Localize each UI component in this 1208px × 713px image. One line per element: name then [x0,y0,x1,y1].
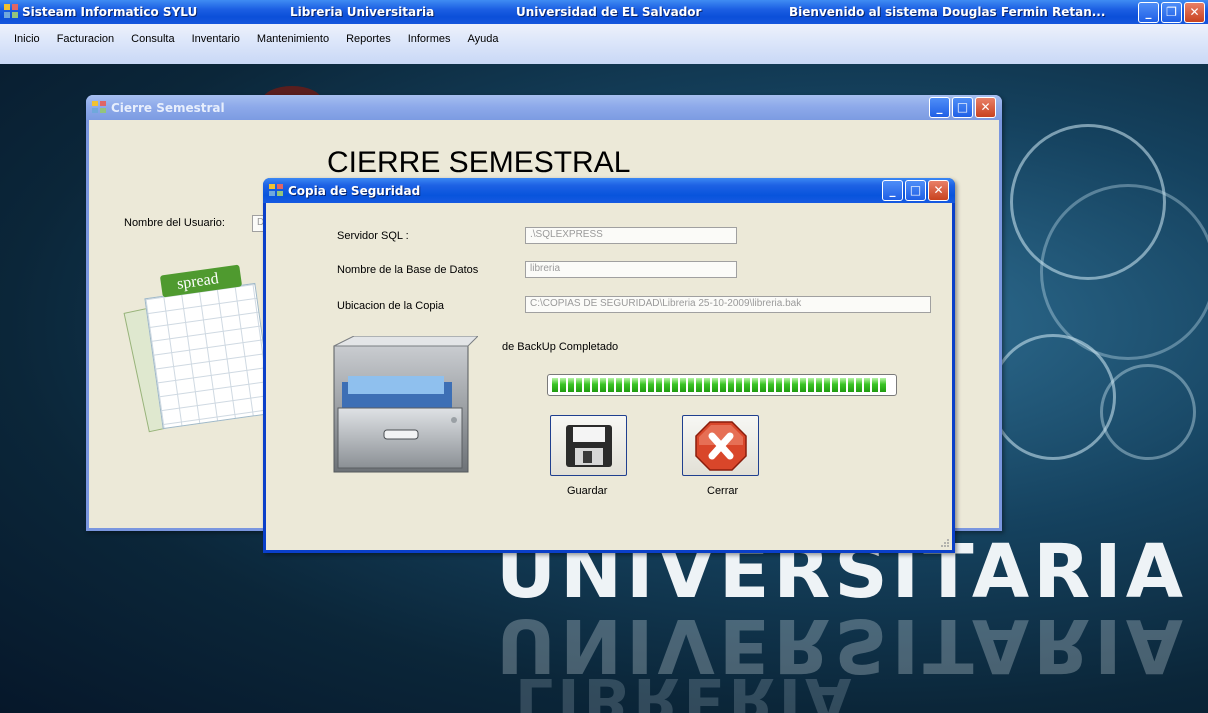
user-name-label: Nombre del Usuario: [124,217,225,229]
swirl-ornament [990,334,1116,460]
progress-segment [768,378,774,392]
minimize-button[interactable]: _ [929,97,950,118]
menu-ayuda[interactable]: Ayuda [468,33,499,45]
swirl-ornament [1040,184,1208,360]
filing-cabinet-icon [333,336,478,473]
floppy-disk-icon [566,425,612,467]
progress-segment [656,378,662,392]
progress-segment [704,378,710,392]
menu-reportes[interactable]: Reportes [346,33,391,45]
cierre-heading: CIERRE SEMESTRAL [327,146,631,179]
minimize-button[interactable]: _ [1138,2,1159,23]
progress-segment [672,378,678,392]
server-label: Servidor SQL : [337,230,409,242]
close-x-icon [695,421,747,471]
progress-segment [688,378,694,392]
copia-title-bar[interactable]: Copia de Seguridad _ □ ✕ [263,178,955,203]
backup-progress-bar [547,374,897,396]
progress-segment [824,378,830,392]
libreria-reflection: LIBRERIA [515,664,856,713]
window-icon [92,101,106,113]
maximize-button[interactable]: □ [952,97,973,118]
progress-segment [728,378,734,392]
menu-inicio[interactable]: Inicio [14,33,40,45]
progress-segment [760,378,766,392]
progress-segment [664,378,670,392]
progress-segment [696,378,702,392]
spreadsheet-illustration: spread [123,264,275,433]
welcome-message: Bienvenido al sistema Douglas Fermin Ret… [789,5,1106,19]
progress-segment [600,378,606,392]
progress-segment [880,378,886,392]
copia-window-controls: _ □ ✕ [882,180,949,201]
progress-segment [816,378,822,392]
progress-segment [776,378,782,392]
menu-bar: Inicio Facturacion Consulta Inventario M… [0,24,1208,64]
menu-mantenimiento[interactable]: Mantenimiento [257,33,329,45]
progress-segment [568,378,574,392]
minimize-button[interactable]: _ [882,180,903,201]
progress-segment [744,378,750,392]
menu-informes[interactable]: Informes [408,33,451,45]
restore-button[interactable]: ❐ [1161,2,1182,23]
main-title-bar[interactable]: Sisteam Informatico SYLU Libreria Univer… [0,0,1208,24]
progress-segment [856,378,862,392]
progress-segment [832,378,838,392]
cierre-title-bar[interactable]: Cierre Semestral _ □ ✕ [86,95,1002,120]
progress-segment [808,378,814,392]
menu-inventario[interactable]: Inventario [192,33,240,45]
backup-location-field[interactable]: C:\COPIAS DE SEGURIDAD\Libreria 25-10-20… [525,296,931,313]
progress-segment [792,378,798,392]
cierre-window-controls: _ □ ✕ [929,97,996,118]
university-title: Universidad de EL Salvador [516,5,702,19]
close-button[interactable]: ✕ [928,180,949,201]
progress-segment [624,378,630,392]
progress-segment [640,378,646,392]
progress-segment [872,378,878,392]
progress-segment [864,378,870,392]
progress-segment [784,378,790,392]
cierre-window-title: Cierre Semestral [111,101,225,115]
progress-segment [592,378,598,392]
main-window-controls: _ ❐ ✕ [1138,2,1205,23]
progress-segment [712,378,718,392]
save-button-label: Guardar [567,485,608,497]
progress-segment [560,378,566,392]
progress-segment [616,378,622,392]
close-dialog-button[interactable] [682,415,759,476]
copia-seguridad-dialog: Copia de Seguridad _ □ ✕ Servidor SQL : … [263,178,955,553]
database-field[interactable]: libreria [525,261,737,278]
close-button[interactable]: ✕ [975,97,996,118]
menu-facturacion[interactable]: Facturacion [57,33,114,45]
database-label: Nombre de la Base de Datos [337,264,479,276]
copia-window-title: Copia de Seguridad [288,184,421,198]
resize-grip-icon [941,539,949,547]
maximize-button[interactable]: □ [905,180,926,201]
app-title: Sisteam Informatico SYLU [22,5,198,19]
progress-segment [840,378,846,392]
progress-segment [752,378,758,392]
progress-segment [632,378,638,392]
window-icon [269,184,283,196]
swirl-ornament [1100,364,1196,460]
progress-segment [848,378,854,392]
progress-segment [584,378,590,392]
server-field[interactable]: .\SQLEXPRESS [525,227,737,244]
backup-location-label: Ubicacion de la Copia [337,300,445,312]
progress-segment [552,378,558,392]
menu-consulta[interactable]: Consulta [131,33,174,45]
backup-status-text: de BackUp Completado [502,341,619,353]
app-icon [4,4,18,18]
progress-segment [800,378,806,392]
save-button[interactable] [550,415,627,476]
close-button[interactable]: ✕ [1184,2,1205,23]
progress-segment [736,378,742,392]
progress-segment [680,378,686,392]
progress-segment [608,378,614,392]
close-dialog-button-label: Cerrar [707,485,739,497]
progress-segment [576,378,582,392]
progress-segment [720,378,726,392]
progress-segment [648,378,654,392]
library-title: Libreria Universitaria [290,5,435,19]
